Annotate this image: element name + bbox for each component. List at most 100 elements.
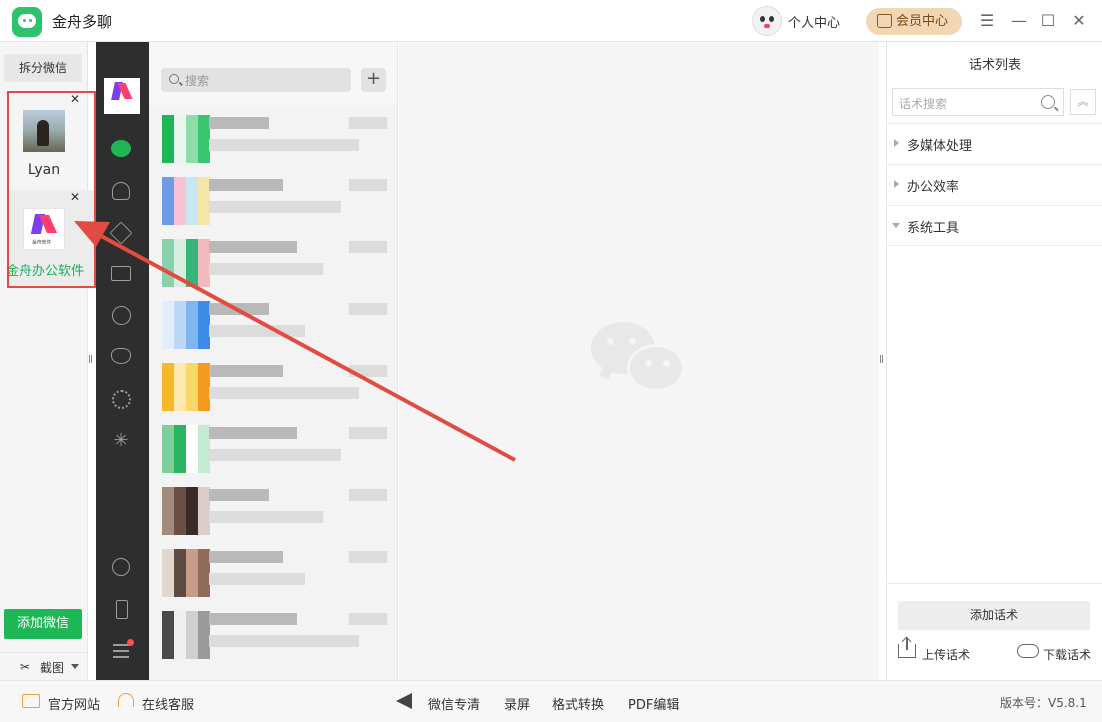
- phone-icon[interactable]: [116, 600, 128, 619]
- phrase-search-input[interactable]: 话术搜索: [892, 88, 1064, 116]
- phrase-category-multimedia[interactable]: 多媒体处理: [887, 123, 1102, 164]
- conversation-item[interactable]: [149, 415, 397, 475]
- conversation-item[interactable]: [149, 601, 397, 661]
- conversation-item[interactable]: [149, 291, 397, 351]
- splitter-handle[interactable]: [880, 355, 884, 365]
- conversation-time-blur: [349, 613, 387, 625]
- upload-icon[interactable]: [898, 638, 916, 658]
- conversation-time-blur: [349, 303, 387, 315]
- vip-center-button[interactable]: 会员中心: [866, 8, 962, 35]
- contacts-icon[interactable]: [112, 182, 130, 200]
- screenshot-label: 截图: [40, 661, 65, 675]
- maximize-button[interactable]: ☐: [1037, 10, 1059, 32]
- add-chat-button[interactable]: +: [361, 68, 386, 92]
- add-phrase-button[interactable]: 添加话术: [898, 601, 1090, 630]
- cloud-download-icon[interactable]: [1017, 644, 1039, 658]
- moments-icon[interactable]: [112, 306, 131, 325]
- chat-area: [399, 42, 879, 680]
- conversation-avatar: [162, 611, 210, 659]
- conversation-time-blur: [349, 365, 387, 377]
- account-item-lyan[interactable]: ✕ Lyan: [8, 92, 94, 188]
- phrase-category-office[interactable]: 办公效率: [887, 164, 1102, 205]
- screenshot-button[interactable]: ✂ 截图: [0, 652, 88, 680]
- thumbs-up-icon: [877, 14, 892, 28]
- conversation-avatar: [162, 425, 210, 473]
- category-label: 系统工具: [907, 221, 960, 236]
- conversation-name-blur: [209, 117, 269, 129]
- account-name: Lyan: [27, 162, 61, 178]
- close-icon[interactable]: ✕: [70, 190, 80, 204]
- pdf-edit-link[interactable]: PDF编辑: [628, 694, 679, 713]
- conversation-name-blur: [209, 303, 269, 315]
- conversation-time-blur: [349, 551, 387, 563]
- notification-dot: [127, 639, 134, 646]
- phrase-panel-title: 话术列表: [968, 58, 1021, 73]
- settings-icon[interactable]: [112, 390, 131, 409]
- chat-icon[interactable]: [111, 140, 131, 157]
- mini-program-icon[interactable]: [112, 558, 130, 576]
- online-service-link[interactable]: 在线客服: [142, 694, 194, 713]
- channels-icon[interactable]: [111, 348, 131, 364]
- split-wechat-button[interactable]: 拆分微信: [4, 54, 82, 82]
- upload-phrase-link[interactable]: 上传话术: [922, 646, 970, 663]
- version-label: 版本号：V5.8.1: [1000, 696, 1087, 710]
- search-icon[interactable]: [1041, 95, 1055, 109]
- conversation-name-blur: [209, 613, 297, 625]
- user-avatar[interactable]: [752, 6, 782, 36]
- personal-center-link[interactable]: 个人中心: [788, 12, 840, 31]
- conversation-avatar: [162, 487, 210, 535]
- conversation-preview-blur: [209, 139, 359, 151]
- close-icon[interactable]: ✕: [70, 92, 80, 106]
- format-convert-link[interactable]: 格式转换: [552, 694, 604, 713]
- conversation-name-blur: [209, 551, 283, 563]
- account-avatar: [23, 110, 65, 152]
- chevron-down-icon: [892, 223, 900, 228]
- conversation-preview-blur: [209, 263, 323, 275]
- vip-center-label: 会员中心: [896, 14, 949, 29]
- conversation-item[interactable]: [149, 229, 397, 289]
- search-input[interactable]: 搜索: [161, 68, 351, 92]
- conversation-avatar: [162, 115, 210, 163]
- headset-icon: [118, 693, 134, 707]
- folder-icon[interactable]: [111, 266, 131, 281]
- phrase-category-system[interactable]: 系统工具: [887, 205, 1102, 246]
- conversation-header: 搜索 +: [149, 42, 397, 105]
- minimize-button[interactable]: —: [1008, 10, 1030, 32]
- phrase-panel: 话术列表 话术搜索 ︽ 多媒体处理 办公效率 系统工具 添加话术 上传话术 下载…: [886, 42, 1102, 680]
- current-account-avatar[interactable]: [104, 78, 140, 114]
- conversation-time-blur: [349, 117, 387, 129]
- scissors-icon: ✂: [20, 660, 31, 674]
- add-wechat-button[interactable]: 添加微信: [4, 609, 82, 639]
- account-name: 金舟办公软件: [5, 264, 84, 279]
- footer-bar: 官方网站 在线客服 微信专清 录屏 格式转换 PDF编辑 版本号：V5.8.1: [0, 680, 1102, 722]
- conversation-preview-blur: [209, 573, 305, 585]
- nav-strip: ✳: [96, 42, 149, 680]
- collapse-button[interactable]: ︽: [1070, 89, 1096, 115]
- conversation-name-blur: [209, 365, 283, 377]
- search-icon: [169, 74, 179, 84]
- wechat-clean-link[interactable]: 微信专清: [428, 694, 480, 713]
- record-screen-link[interactable]: 录屏: [504, 694, 530, 713]
- download-phrase-link[interactable]: 下载话术: [1043, 646, 1091, 663]
- official-site-link[interactable]: 官方网站: [48, 694, 100, 713]
- close-button[interactable]: ✕: [1068, 10, 1090, 32]
- box-icon[interactable]: [109, 221, 133, 245]
- account-sidebar: 拆分微信 ✕ Lyan ✕ 金舟软件 金舟办公软件 添加微信 ✂ 截图: [0, 42, 94, 680]
- conversation-avatar: [162, 549, 210, 597]
- chevron-right-icon: [894, 180, 899, 188]
- conversation-list: 搜索 +: [149, 42, 398, 680]
- menu-button[interactable]: ☰: [976, 10, 998, 32]
- conversation-item[interactable]: [149, 167, 397, 227]
- search-placeholder: 搜索: [185, 74, 210, 88]
- account-item-jinzhou[interactable]: ✕ 金舟软件 金舟办公软件: [6, 190, 94, 286]
- conversation-avatar: [162, 177, 210, 225]
- conversation-item[interactable]: [149, 477, 397, 537]
- megaphone-icon: [396, 693, 412, 709]
- conversation-item[interactable]: [149, 539, 397, 599]
- conversation-item[interactable]: [149, 105, 397, 165]
- account-avatar: 金舟软件: [23, 208, 65, 250]
- conversation-item[interactable]: [149, 353, 397, 413]
- chevron-down-icon[interactable]: [71, 664, 79, 669]
- splitter-handle[interactable]: [89, 355, 93, 365]
- spark-icon[interactable]: ✳: [110, 430, 132, 452]
